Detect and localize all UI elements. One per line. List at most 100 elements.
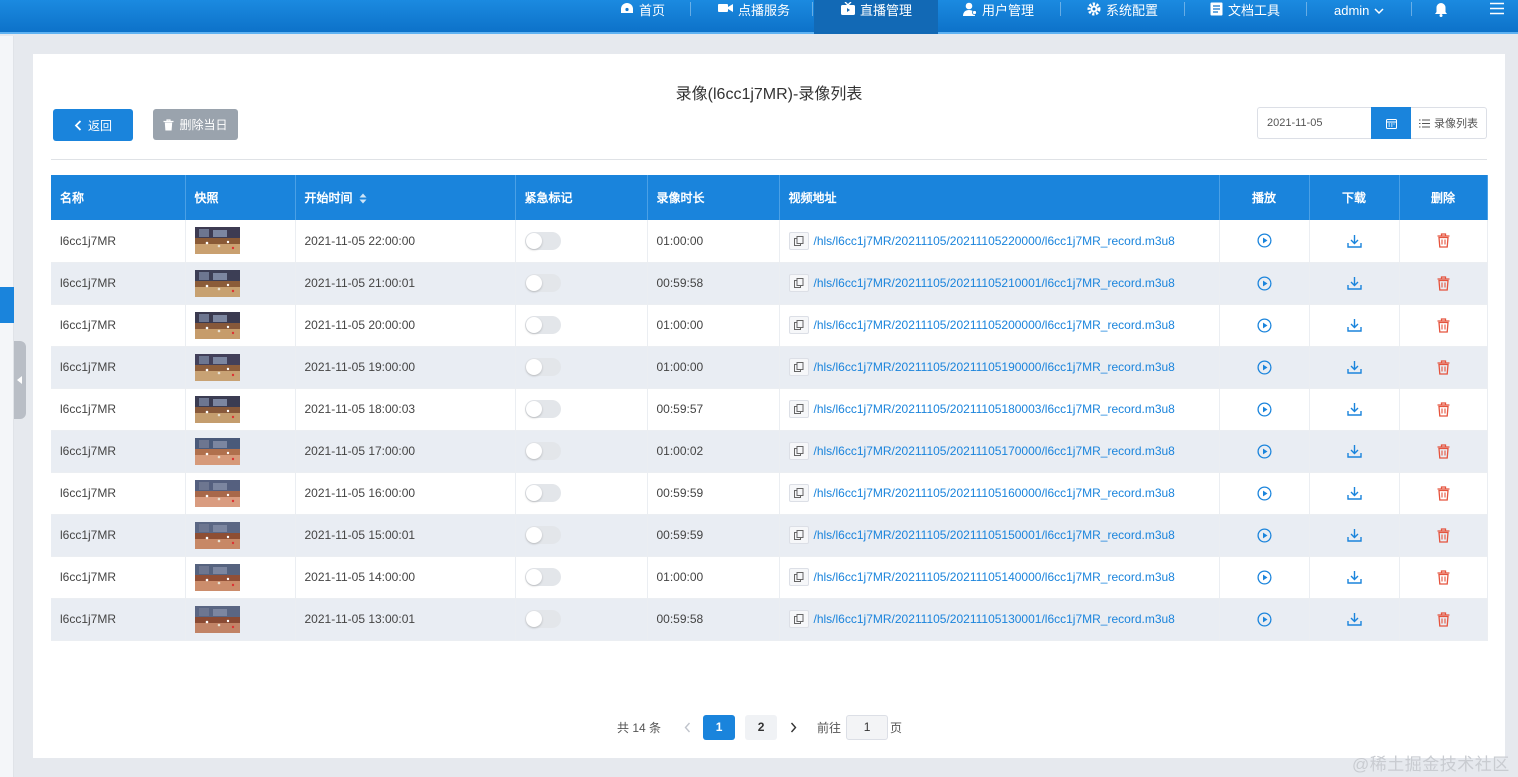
trash-icon[interactable]: [1437, 570, 1450, 585]
trash-icon[interactable]: [1437, 444, 1450, 459]
col-header-start-time[interactable]: 开始时间: [295, 175, 516, 220]
video-url-link[interactable]: /hls/l6cc1j7MR/20211105/20211105210001/l…: [814, 276, 1175, 290]
trash-icon[interactable]: [1437, 612, 1450, 627]
copy-url-button[interactable]: [788, 442, 809, 460]
calendar-button[interactable]: [1371, 107, 1411, 139]
page-1-button[interactable]: 1: [703, 714, 736, 740]
trash-icon[interactable]: [1437, 233, 1450, 249]
nav-live[interactable]: 直播管理: [814, 0, 938, 34]
play-icon[interactable]: [1256, 444, 1272, 459]
nav-users[interactable]: 用户管理: [963, 0, 1034, 34]
urgent-toggle[interactable]: [524, 526, 561, 544]
video-url-link[interactable]: /hls/l6cc1j7MR/20211105/20211105200000/l…: [814, 318, 1175, 332]
urgent-toggle[interactable]: [524, 484, 561, 502]
video-url-link[interactable]: /hls/l6cc1j7MR/20211105/20211105170000/l…: [814, 444, 1175, 458]
urgent-toggle[interactable]: [524, 610, 561, 628]
goto-page-input[interactable]: [846, 714, 889, 740]
video-url-link[interactable]: /hls/l6cc1j7MR/20211105/20211105140000/l…: [814, 570, 1175, 584]
video-url-link[interactable]: /hls/l6cc1j7MR/20211105/20211105180003/l…: [814, 402, 1175, 416]
snapshot-thumbnail[interactable]: [194, 311, 240, 339]
play-icon[interactable]: [1256, 276, 1272, 291]
video-url-link[interactable]: /hls/l6cc1j7MR/20211105/20211105160000/l…: [814, 486, 1175, 500]
prev-page-button[interactable]: [675, 715, 699, 740]
play-icon[interactable]: [1256, 318, 1272, 333]
trash-icon[interactable]: [1437, 360, 1450, 375]
copy-url-button[interactable]: [788, 526, 809, 544]
page-2-button[interactable]: 2: [745, 714, 778, 740]
sort-icon[interactable]: [359, 193, 367, 204]
nav-vod[interactable]: 点播服务: [718, 0, 790, 34]
video-url-link[interactable]: /hls/l6cc1j7MR/20211105/20211105220000/l…: [814, 234, 1175, 248]
copy-url-button[interactable]: [788, 610, 809, 628]
hamburger-menu-button[interactable]: [1490, 0, 1504, 34]
nav-settings[interactable]: 系统配置: [1087, 0, 1158, 34]
delete-cell: [1399, 472, 1488, 515]
copy-url-button[interactable]: [788, 274, 809, 292]
snapshot-thumbnail[interactable]: [194, 437, 240, 465]
play-icon[interactable]: [1256, 612, 1272, 627]
download-icon[interactable]: [1346, 276, 1362, 291]
download-icon[interactable]: [1346, 444, 1362, 459]
urgent-cell: [515, 514, 648, 557]
snapshot-thumbnail[interactable]: [194, 479, 240, 507]
download-icon[interactable]: [1346, 318, 1362, 333]
play-icon[interactable]: [1256, 233, 1272, 248]
urgent-toggle[interactable]: [524, 274, 561, 292]
date-picker-input[interactable]: [1257, 107, 1371, 139]
snapshot-thumbnail[interactable]: [194, 605, 240, 633]
urgent-toggle[interactable]: [524, 442, 561, 460]
url-cell: /hls/l6cc1j7MR/20211105/20211105190000/l…: [779, 346, 1220, 389]
trash-icon[interactable]: [1437, 276, 1450, 291]
notification-bell-button[interactable]: [1434, 0, 1448, 34]
video-url-link[interactable]: /hls/l6cc1j7MR/20211105/20211105130001/l…: [814, 612, 1175, 626]
snapshot-thumbnail[interactable]: [194, 353, 240, 381]
download-icon[interactable]: [1346, 234, 1362, 248]
copy-url-button[interactable]: [788, 316, 809, 334]
play-icon[interactable]: [1256, 528, 1272, 543]
recording-list-button[interactable]: 录像列表: [1411, 107, 1487, 139]
recording-name: l6cc1j7MR: [51, 220, 186, 263]
copy-url-button[interactable]: [788, 231, 809, 250]
snapshot-thumbnail[interactable]: [194, 395, 240, 423]
trash-icon[interactable]: [1437, 318, 1450, 333]
nav-home[interactable]: 首页: [620, 0, 665, 34]
copy-url-button[interactable]: [788, 358, 809, 376]
play-cell: [1219, 262, 1310, 305]
snapshot-thumbnail[interactable]: [194, 563, 240, 591]
trash-icon[interactable]: [1437, 486, 1450, 501]
snapshot-thumbnail[interactable]: [194, 521, 240, 549]
play-icon[interactable]: [1256, 402, 1272, 417]
urgent-toggle[interactable]: [524, 568, 561, 586]
nav-docs[interactable]: 文档工具: [1210, 0, 1280, 34]
download-icon[interactable]: [1346, 612, 1362, 627]
caret-left-icon: [17, 376, 22, 384]
user-menu[interactable]: admin: [1334, 0, 1384, 34]
snapshot-thumbnail[interactable]: [194, 227, 240, 255]
play-icon[interactable]: [1256, 360, 1272, 375]
copy-url-button[interactable]: [788, 400, 809, 418]
download-icon[interactable]: [1346, 528, 1362, 543]
urgent-toggle[interactable]: [524, 316, 561, 334]
urgent-toggle[interactable]: [524, 231, 561, 250]
copy-url-button[interactable]: [788, 484, 809, 502]
download-icon[interactable]: [1346, 360, 1362, 375]
video-url-link[interactable]: /hls/l6cc1j7MR/20211105/20211105150001/l…: [814, 528, 1175, 542]
urgent-toggle[interactable]: [524, 400, 561, 418]
gear-icon: [1087, 2, 1101, 16]
back-button[interactable]: 返回: [53, 109, 133, 141]
trash-icon[interactable]: [1437, 528, 1450, 543]
urgent-toggle[interactable]: [524, 358, 561, 376]
delete-day-button[interactable]: 删除当日: [153, 109, 238, 140]
urgent-cell: [515, 556, 648, 599]
copy-url-button[interactable]: [788, 568, 809, 586]
play-icon[interactable]: [1256, 570, 1272, 585]
trash-icon[interactable]: [1437, 402, 1450, 417]
download-icon[interactable]: [1346, 570, 1362, 585]
download-icon[interactable]: [1346, 486, 1362, 501]
video-url-link[interactable]: /hls/l6cc1j7MR/20211105/20211105190000/l…: [814, 360, 1175, 374]
sidebar-toggle-handle[interactable]: [14, 341, 26, 419]
play-icon[interactable]: [1256, 486, 1272, 501]
snapshot-thumbnail[interactable]: [194, 269, 240, 297]
next-page-button[interactable]: [781, 715, 805, 740]
download-icon[interactable]: [1346, 402, 1362, 417]
